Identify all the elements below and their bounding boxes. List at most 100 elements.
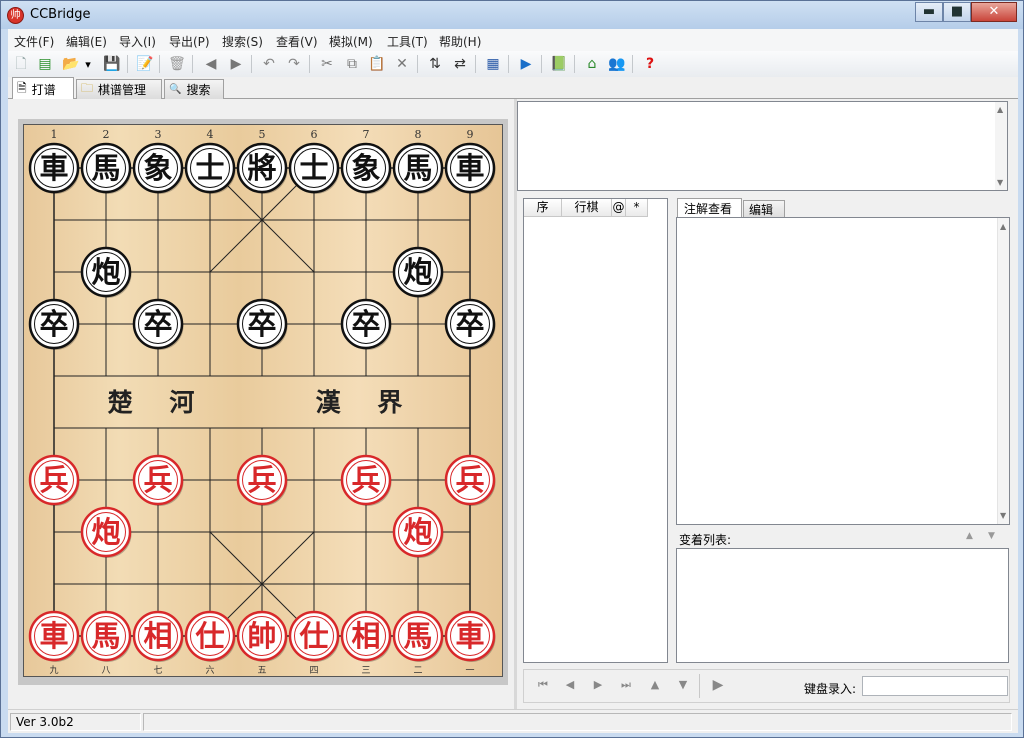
help-icon[interactable]: ? bbox=[639, 53, 661, 75]
scroll-up-icon[interactable]: ▲ bbox=[1000, 222, 1006, 231]
scroll-up-icon[interactable]: ▲ bbox=[997, 105, 1003, 114]
next-move-icon[interactable]: ▶ bbox=[589, 676, 607, 694]
green-grid-icon[interactable]: ▤ bbox=[34, 53, 56, 75]
tab-comment-view[interactable]: 注解查看 bbox=[677, 198, 742, 218]
file-number-top: 2 bbox=[103, 128, 110, 141]
piece-label: 將 bbox=[247, 151, 276, 185]
menu-edit[interactable]: 编辑(E) bbox=[66, 33, 107, 50]
flip-vertical-icon[interactable]: ⇅ bbox=[424, 53, 446, 75]
file-number-top: 5 bbox=[259, 128, 266, 141]
people-icon[interactable]: 👥 bbox=[606, 53, 628, 75]
piece-label: 車 bbox=[39, 151, 68, 185]
variation-up-icon[interactable]: ▲ bbox=[646, 676, 664, 694]
file-number-bottom: 五 bbox=[257, 666, 266, 676]
edit-page-icon[interactable]: 📝 bbox=[134, 53, 156, 75]
flip-horizontal-icon[interactable]: ⇄ bbox=[449, 53, 471, 75]
piece-label: 炮 bbox=[403, 515, 432, 549]
menu-import[interactable]: 导入(I) bbox=[119, 33, 156, 50]
tab-label: 打谱 bbox=[31, 82, 56, 97]
keyboard-input-label: 键盘录入: bbox=[804, 682, 857, 696]
undo-icon[interactable]: ↶ bbox=[258, 53, 280, 75]
play-icon[interactable]: ▶ bbox=[709, 676, 727, 694]
cut-icon[interactable]: ✂ bbox=[316, 53, 338, 75]
chess-board[interactable]: 123456789九八七六五四三二一楚 河漢 界車馬象士將士象馬車炮炮卒卒卒卒卒… bbox=[23, 124, 503, 677]
paste-icon[interactable]: 📋 bbox=[366, 53, 388, 75]
piece-label: 仕 bbox=[298, 619, 328, 653]
variation-down-icon[interactable]: ▼ bbox=[988, 531, 995, 541]
menu-view[interactable]: 查看(V) bbox=[276, 33, 318, 50]
tab-notation[interactable]: 🗎 打谱 bbox=[12, 77, 74, 100]
play-circle-icon[interactable]: ▶ bbox=[515, 53, 537, 75]
col-move[interactable]: 行棋 bbox=[562, 199, 612, 217]
minimize-button[interactable]: ▬ bbox=[915, 2, 943, 22]
piece-label: 兵 bbox=[455, 463, 484, 497]
piece-label: 象 bbox=[143, 151, 172, 185]
col-star[interactable]: * bbox=[626, 199, 648, 217]
close-button[interactable]: ✕ bbox=[971, 2, 1017, 22]
file-number-top: 4 bbox=[207, 128, 214, 141]
forward-circle-icon[interactable]: ▶ bbox=[225, 53, 247, 75]
document-icon: 🗎 bbox=[17, 80, 27, 95]
piece-label: 卒 bbox=[351, 307, 380, 341]
piece-label: 炮 bbox=[403, 255, 432, 289]
first-move-icon[interactable]: ⏮ bbox=[534, 676, 552, 694]
main-tabs: 🗎 打谱 🗀 棋谱管理 🔍 搜索 bbox=[8, 77, 1018, 100]
variation-list[interactable] bbox=[676, 548, 1009, 663]
home-arrow-icon[interactable]: ⌂ bbox=[581, 53, 603, 75]
vertical-scrollbar[interactable]: ▲ ▼ bbox=[995, 102, 1007, 190]
folder-icon: 🗀 bbox=[81, 81, 94, 95]
window-title: CCBridge bbox=[30, 7, 91, 22]
status-panel bbox=[143, 713, 1012, 731]
menu-export[interactable]: 导出(P) bbox=[169, 33, 210, 50]
save-disk-icon[interactable]: 💾 bbox=[101, 53, 123, 75]
tab-search[interactable]: 🔍 搜索 bbox=[164, 79, 224, 99]
piece-label: 馬 bbox=[403, 151, 432, 185]
board-frame: 123456789九八七六五四三二一楚 河漢 界車馬象士將士象馬車炮炮卒卒卒卒卒… bbox=[18, 119, 508, 685]
menu-help[interactable]: 帮助(H) bbox=[439, 33, 481, 50]
book-icon[interactable]: 📗 bbox=[548, 53, 570, 75]
redo-icon[interactable]: ↷ bbox=[283, 53, 305, 75]
scroll-down-icon[interactable]: ▼ bbox=[1000, 511, 1006, 520]
file-number-bottom: 一 bbox=[465, 666, 474, 676]
maximize-button[interactable]: ■ bbox=[943, 2, 971, 22]
title-bar: 帅 CCBridge ▬ ■ ✕ bbox=[1, 1, 1023, 29]
copy-icon[interactable]: ⧉ bbox=[341, 53, 363, 75]
delete-x-icon[interactable]: ✕ bbox=[391, 53, 413, 75]
prev-move-icon[interactable]: ◀ bbox=[561, 676, 579, 694]
col-index[interactable]: 序 bbox=[524, 199, 562, 217]
menu-search[interactable]: 搜索(S) bbox=[222, 33, 263, 50]
tab-game-manager[interactable]: 🗀 棋谱管理 bbox=[76, 79, 162, 99]
new-file-icon[interactable]: 🗋 bbox=[10, 53, 32, 75]
piece-label: 帥 bbox=[247, 619, 276, 653]
keyboard-input-field[interactable] bbox=[862, 676, 1008, 696]
piece-label: 卒 bbox=[455, 307, 484, 341]
piece-label: 馬 bbox=[403, 619, 432, 653]
comment-box[interactable]: ▲ ▼ bbox=[676, 217, 1010, 525]
tab-comment-edit[interactable]: 编辑 bbox=[743, 200, 785, 218]
scroll-down-icon[interactable]: ▼ bbox=[997, 178, 1003, 187]
variation-label: 变着列表: bbox=[679, 533, 732, 547]
navigation-bar: ⏮ ◀ ▶ ⏭ ▲ ▼ ▶ 键盘录入: bbox=[523, 669, 1010, 703]
trash-icon[interactable]: 🗑 bbox=[166, 53, 188, 75]
file-number-bottom: 二 bbox=[413, 666, 422, 676]
file-number-bottom: 三 bbox=[361, 666, 370, 676]
game-info-box[interactable]: ▲ ▼ bbox=[517, 101, 1008, 191]
move-list[interactable]: 序 行棋 @ * bbox=[523, 198, 668, 663]
comment-scrollbar[interactable]: ▲ ▼ bbox=[997, 218, 1009, 524]
menu-tools[interactable]: 工具(T) bbox=[387, 33, 428, 50]
menu-file[interactable]: 文件(F) bbox=[14, 33, 54, 50]
file-number-top: 7 bbox=[363, 128, 370, 141]
piece-label: 馬 bbox=[91, 151, 120, 185]
dropdown-arrow-icon[interactable]: ▾ bbox=[82, 53, 94, 75]
open-folder-icon[interactable]: 📂 bbox=[60, 53, 82, 75]
status-bar: Ver 3.0b2 bbox=[8, 709, 1018, 733]
board-pane: 123456789九八七六五四三二一楚 河漢 界車馬象士將士象馬車炮炮卒卒卒卒卒… bbox=[8, 99, 514, 709]
last-move-icon[interactable]: ⏭ bbox=[617, 676, 635, 694]
board-view-icon[interactable]: ▦ bbox=[482, 53, 504, 75]
file-number-bottom: 八 bbox=[101, 666, 110, 676]
variation-down-icon[interactable]: ▼ bbox=[674, 676, 692, 694]
back-circle-icon[interactable]: ◀ bbox=[200, 53, 222, 75]
col-at[interactable]: @ bbox=[612, 199, 626, 217]
variation-up-icon[interactable]: ▲ bbox=[966, 531, 973, 541]
menu-simulate[interactable]: 模拟(M) bbox=[329, 33, 373, 50]
